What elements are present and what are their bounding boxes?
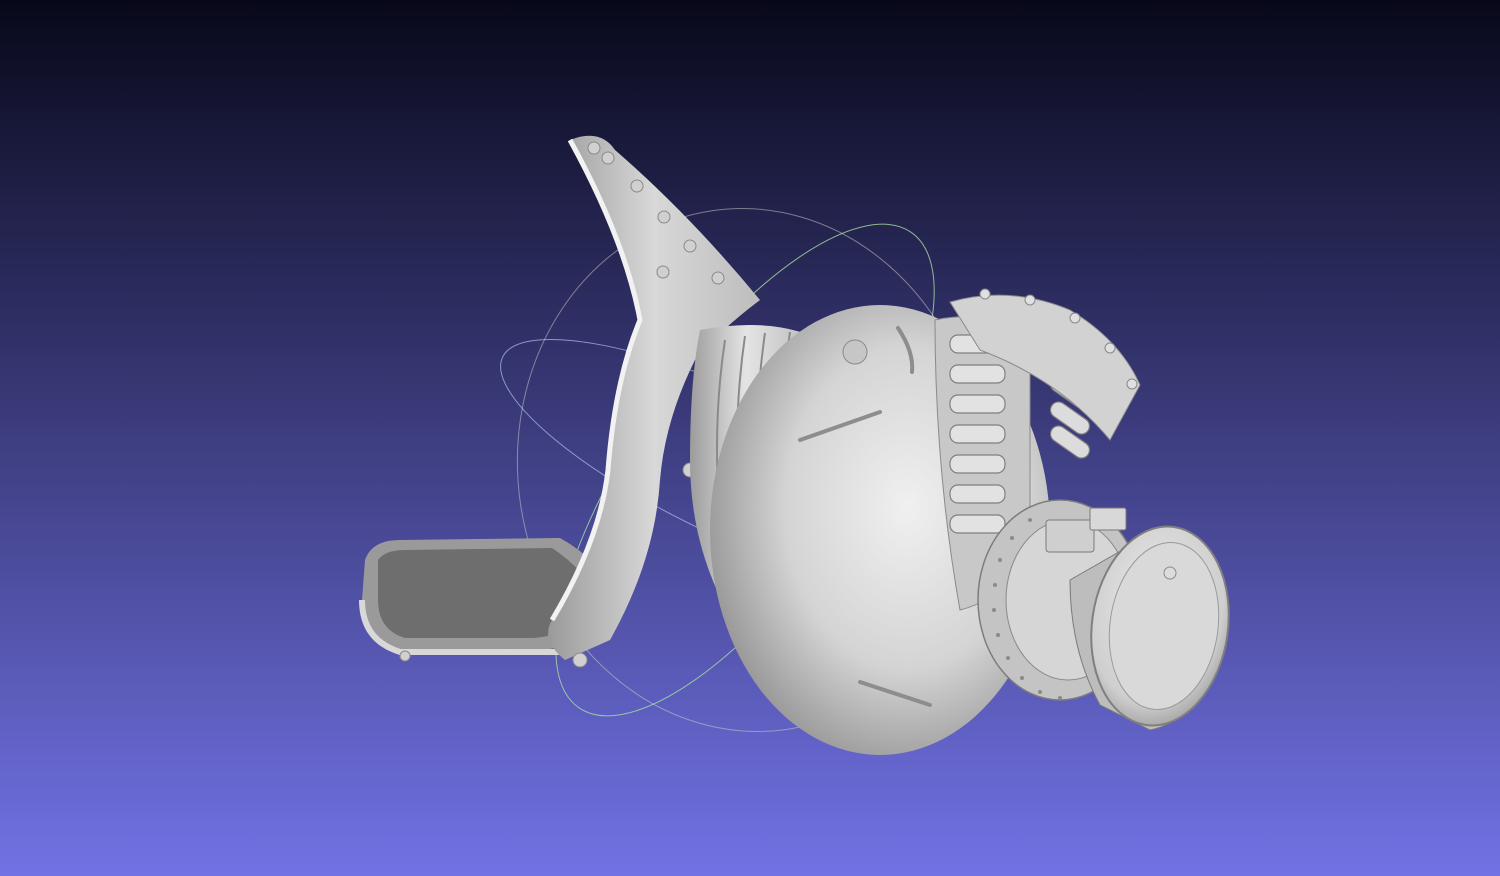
3d-viewport[interactable] [0, 0, 1500, 876]
